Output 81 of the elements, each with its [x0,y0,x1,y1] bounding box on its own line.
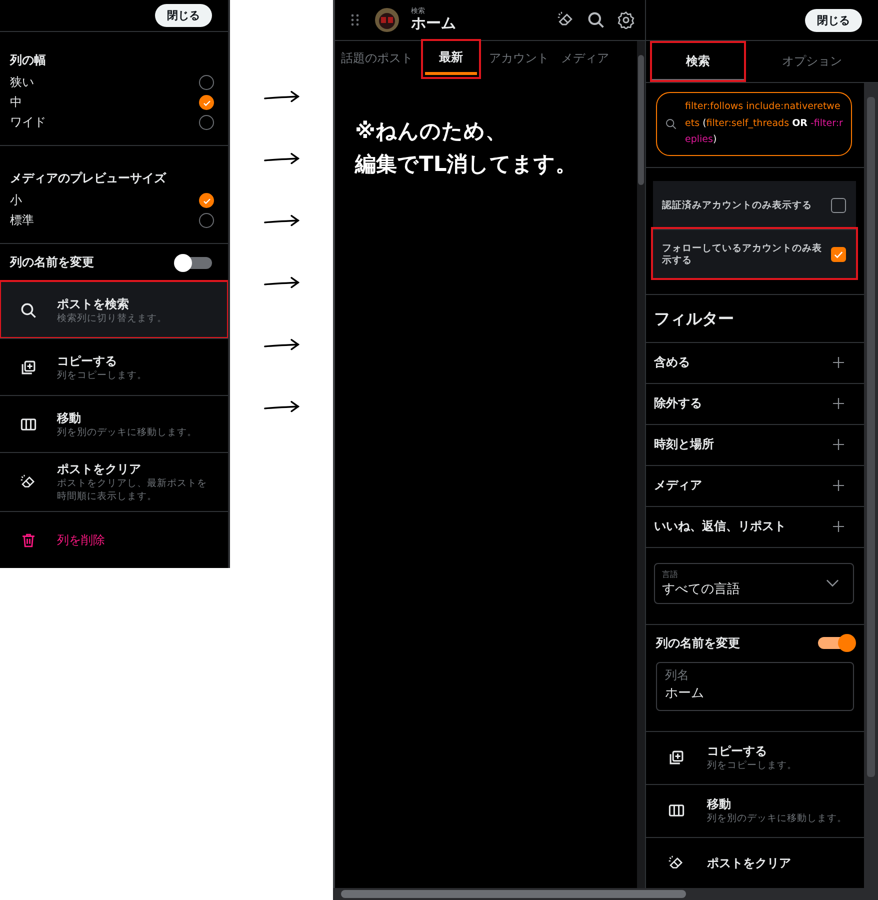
handwritten-note: ※ねんのため、 [355,118,506,145]
radio-button[interactable] [199,75,214,90]
settings-icon[interactable] [617,11,635,29]
tab[interactable]: オプション [746,41,878,82]
menu-item[interactable]: コピーする 列をコピーします。 [0,338,228,396]
search-icon[interactable] [587,11,605,29]
item-description: 列をコピーします。 [57,370,147,382]
item-description: 列を別のデッキに移動します。 [707,812,847,826]
menu-item[interactable]: ポストを検索 検索列に切り替えます。 [0,281,228,338]
radio-button[interactable] [199,115,214,130]
item-title: コピーする [707,742,768,760]
option-label: ワイド [10,114,46,132]
radio-button[interactable] [199,213,214,228]
item-title: 列を削除 [57,532,105,548]
arrow-icon [262,399,300,415]
checkbox-label: 認証済みアカウントのみ表示する [662,200,812,212]
item-description: 検索列に切り替えます。 [57,312,167,326]
plus-icon [833,439,844,450]
arrow-icon [262,151,300,167]
checkbox-row[interactable]: フォローしているアカウントのみ表示する [653,228,856,278]
tab[interactable]: アカウント [483,44,555,74]
option-label: 狭い [10,74,34,92]
column-title: ホーム [411,16,457,32]
arrow-icon [262,337,300,353]
rename-label: 列の名前を変更 [656,634,740,652]
columns-icon [668,802,685,820]
toggle-switch[interactable] [818,637,854,650]
item-title: 移動 [707,796,732,813]
tab[interactable]: メディア [555,44,615,74]
search-icon [20,302,37,319]
tab[interactable]: 話題のポスト [335,44,419,74]
menu-item[interactable]: 移動 列を別のデッキに移動します。 [0,395,228,452]
item-title: コピーする [57,352,118,370]
item-description: 列をコピーします。 [707,760,797,773]
plus-icon [833,480,844,492]
checkbox[interactable] [831,247,846,262]
language-dropdown[interactable]: 言語 すべての言語 [654,562,854,604]
item-title: ポストをクリア [707,855,791,872]
column-name-field[interactable]: 列名 ホーム [656,662,854,711]
radio-button[interactable] [199,95,214,110]
close-button[interactable]: 閉じる [805,8,862,32]
scrollbar[interactable] [637,41,645,888]
drag-handle-icon[interactable] [351,14,359,26]
section-title: メディアのプレビューサイズ [10,170,168,188]
scrollbar[interactable] [864,83,878,888]
search-icon [665,118,677,130]
item-title: ポストを検索 [57,296,130,313]
chevron-down-icon [826,579,839,588]
arrow-icon [262,213,300,229]
checkbox-label: フォローしているアカウントのみ表示する [662,242,823,268]
close-button[interactable]: 閉じる [155,4,212,28]
option-label: 標準 [10,212,34,230]
item-description: ポストをクリアし、最新ポストを時間順に表示します。 [57,478,208,504]
menu-item[interactable]: ポストをクリア ポストをクリアし、最新ポストを時間順に表示します。 [0,452,228,511]
plus-icon [833,398,844,410]
trash-icon [20,532,37,548]
copy-icon [20,358,37,376]
item-title: ポストをクリア [57,460,142,478]
arrow-icon [262,275,300,291]
item-title: 移動 [57,410,82,427]
avatar [375,8,399,32]
arrow-icon [262,89,300,105]
rename-label: 列の名前を変更 [10,254,94,272]
checkbox-row[interactable]: 認証済みアカウントのみ表示する [653,180,856,229]
checkbox[interactable] [831,198,846,214]
option-label: 中 [10,94,22,112]
radio-button[interactable] [199,193,214,208]
scrollbar[interactable] [333,888,878,900]
menu-item[interactable]: 列を削除 [0,511,228,568]
section-title: 列の幅 [10,52,47,70]
tab[interactable]: 検索 [650,41,746,82]
plus-icon [833,521,844,532]
columns-icon [20,416,37,433]
search-field[interactable]: filter:follows include:nativeretweets (filter:self_threads OR -filter:replies) [656,92,852,156]
handwritten-note: 編集でTL消してます。 [355,151,577,178]
plus-icon [833,357,844,368]
search-query: filter:follows include:nativeretweets (filter:self_threads OR -filter:replies) [685,100,843,148]
copy-icon [668,749,685,766]
option-label: 小 [10,192,22,210]
toggle-switch[interactable] [176,256,212,269]
item-description: 列を別のデッキに移動します。 [57,426,197,440]
